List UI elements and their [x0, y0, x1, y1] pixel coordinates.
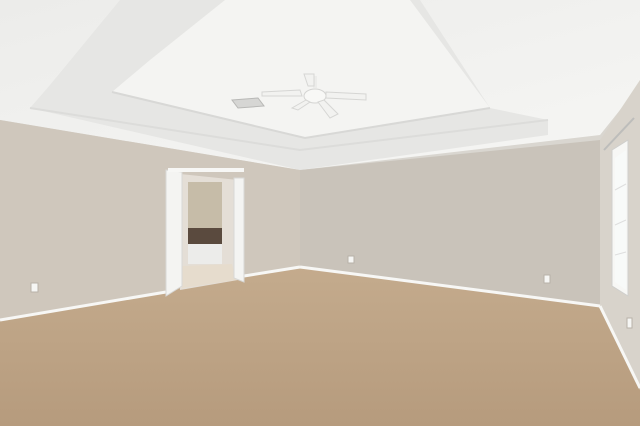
bathroom-tub [188, 244, 222, 264]
door-frame-top [168, 168, 244, 172]
outlet-right [626, 317, 633, 329]
room-scene [0, 0, 640, 426]
outlet-left [30, 282, 39, 293]
air-vent [231, 97, 265, 109]
fan-blade-2 [325, 91, 367, 101]
bathroom-wall [188, 182, 222, 228]
bathroom-tub-surround [188, 228, 222, 244]
right-door-panel [233, 177, 245, 283]
outlet-back-1 [347, 255, 355, 264]
left-door-panel [165, 169, 183, 297]
outlet-back-2 [543, 274, 551, 284]
window-glass [615, 150, 626, 290]
